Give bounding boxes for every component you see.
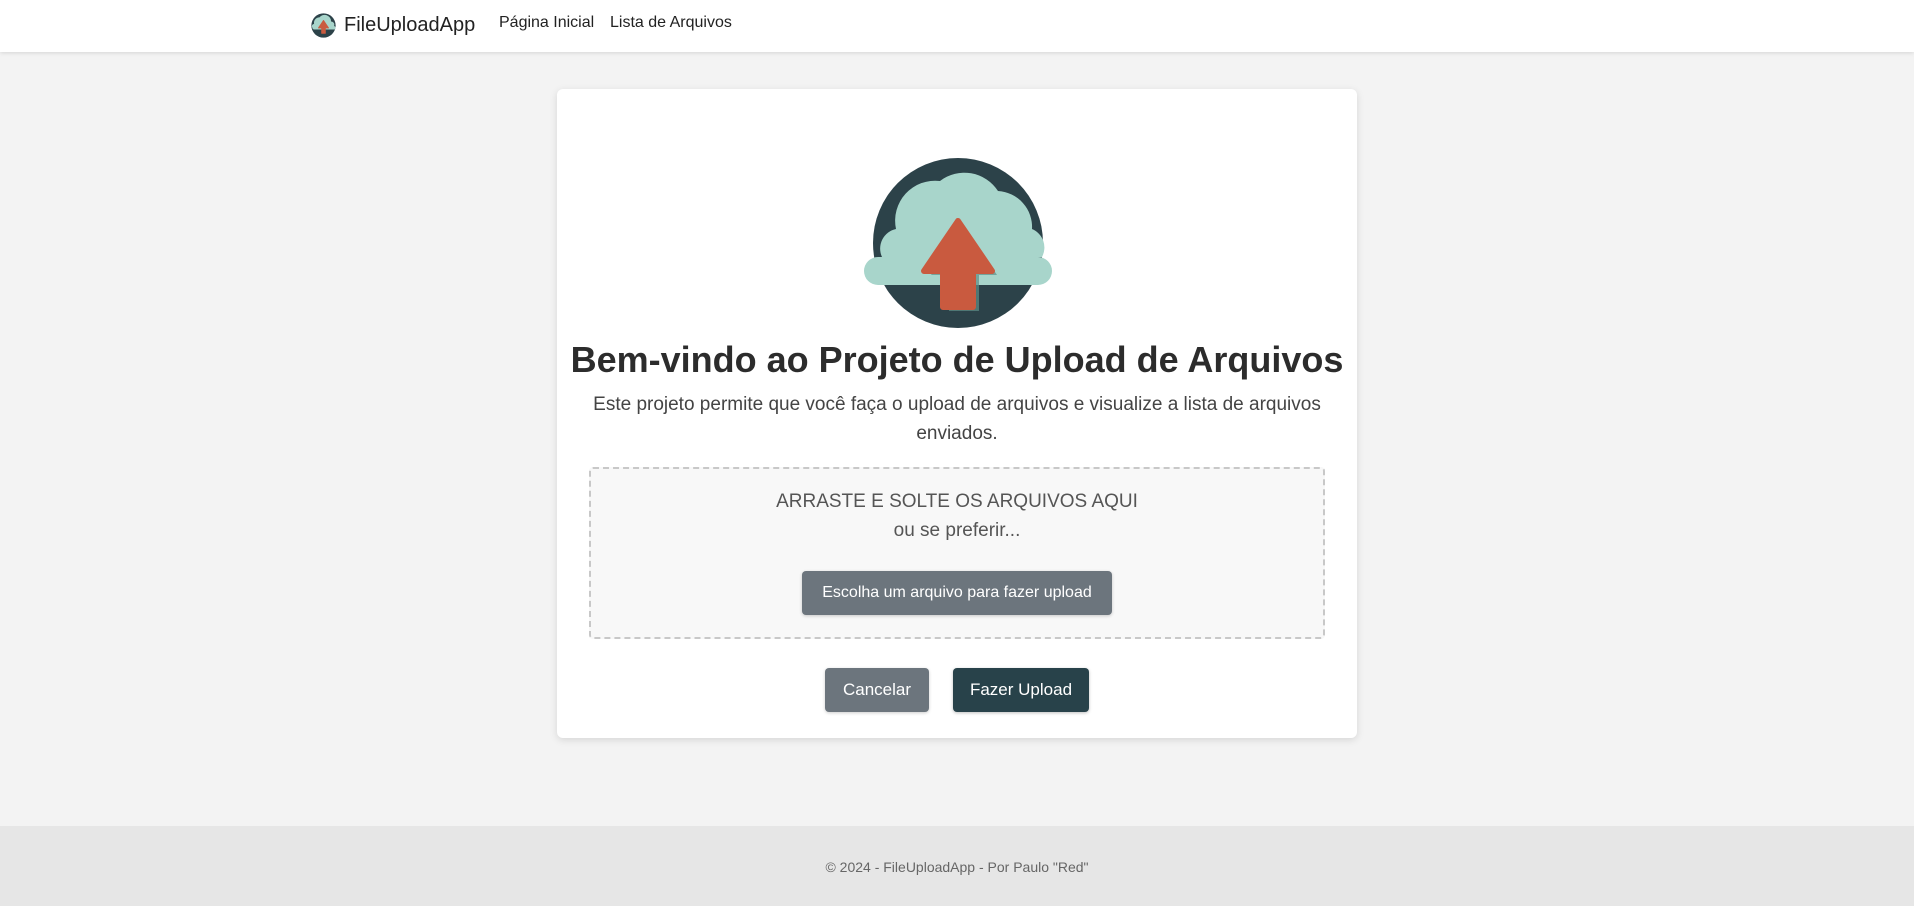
dropzone-or-text: ou se preferir... bbox=[893, 520, 1021, 541]
brand-link[interactable]: FileUploadApp bbox=[310, 11, 475, 39]
page-description: Este projeto permite que você faça o upl… bbox=[593, 394, 1321, 444]
cloud-upload-icon bbox=[311, 12, 336, 38]
nav-link-home[interactable]: Página Inicial bbox=[499, 14, 594, 32]
file-dropzone[interactable]: ARRASTE E SOLTE OS ARQUIVOS AQUI ou se p… bbox=[589, 467, 1325, 639]
choose-file-button[interactable]: Escolha um arquivo para fazer upload bbox=[802, 571, 1112, 615]
dropzone-title: ARRASTE E SOLTE OS ARQUIVOS AQUI bbox=[776, 491, 1138, 512]
page-title: Bem-vindo ao Projeto de Upload de Arquiv… bbox=[570, 339, 1344, 380]
nav-link-file-list[interactable]: Lista de Arquivos bbox=[610, 14, 732, 32]
footer-copyright: © 2024 - FileUploadApp - Por Paulo "Red" bbox=[825, 859, 1089, 875]
upload-card: Bem-vindo ao Projeto de Upload de Arquiv… bbox=[557, 89, 1357, 738]
footer: © 2024 - FileUploadApp - Por Paulo "Red" bbox=[0, 826, 1914, 906]
cancel-button[interactable]: Cancelar bbox=[825, 668, 929, 712]
brand-name: FileUploadApp bbox=[344, 13, 476, 36]
navbar: FileUploadApp Página Inicial Lista de Ar… bbox=[0, 0, 1914, 52]
upload-button[interactable]: Fazer Upload bbox=[953, 668, 1089, 712]
cloud-upload-icon bbox=[864, 158, 1052, 328]
